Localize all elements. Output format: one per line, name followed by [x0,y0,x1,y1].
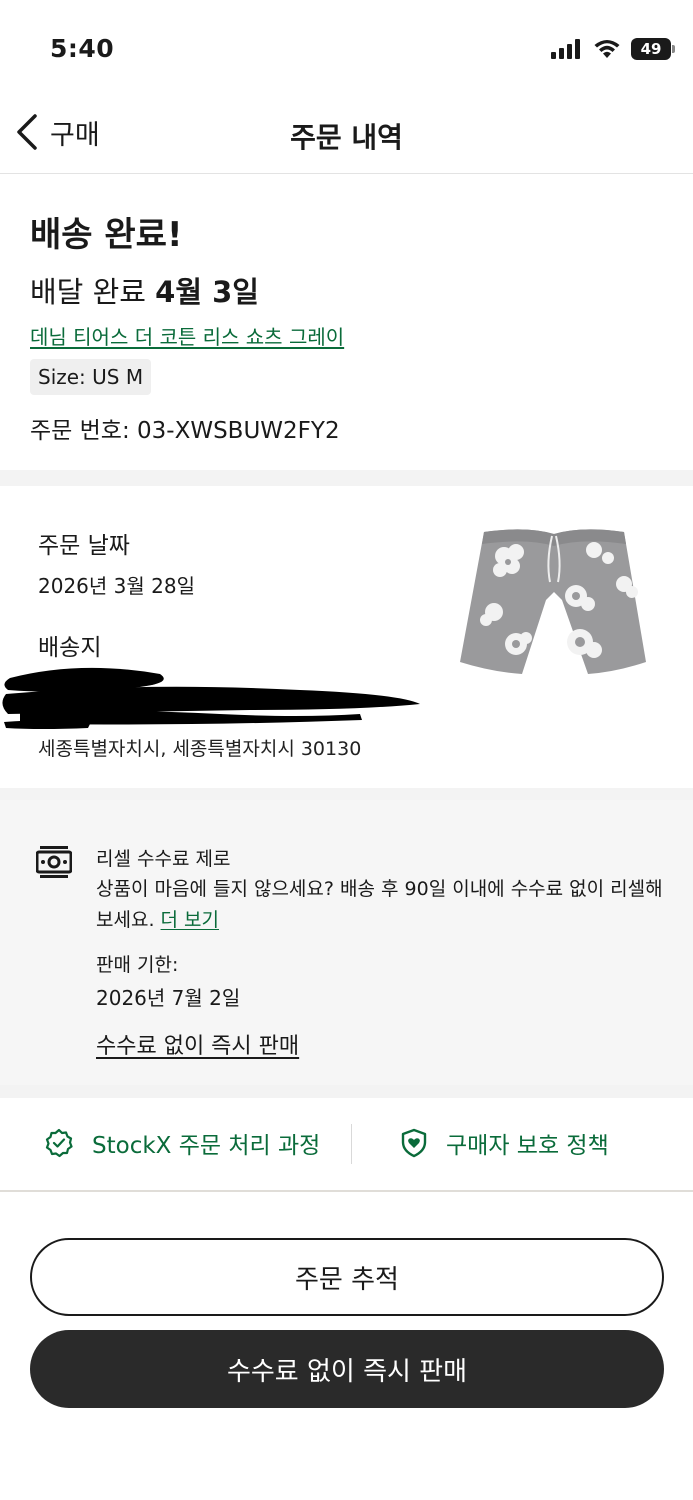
order-number: 주문 번호: 03-XWSBUW2FY2 [30,418,340,444]
money-icon [36,846,72,878]
section-divider [0,1085,693,1098]
shipping-label: 배송지 [38,635,102,661]
nav-bar: 구매 주문 내역 [0,100,693,174]
order-date-value: 2026년 3월 28일 [38,574,195,598]
buyer-protection-label: 구매자 보호 정책 [446,1133,609,1159]
verified-badge-icon [45,1128,73,1158]
sell-deadline-label: 판매 기한: [96,954,179,976]
product-image [460,529,646,674]
section-divider [0,470,693,486]
delivery-date: 배달 완료 4월 3일 [30,269,259,311]
battery-icon: 49 [631,38,675,60]
page-title: 주문 내역 [290,121,403,154]
resell-section: 리셀 수수료 제로 상품이 마음에 들지 않으세요? 배송 후 90일 이내에 … [0,800,693,1085]
size-badge: Size: US M [30,359,152,395]
wifi-icon [594,40,620,58]
order-details-screen: 5:40 49 구매 주문 내역 배송 완료! 배달 완료 4월 3일 데님 티… [0,0,693,1500]
sell-now-button[interactable]: 수수료 없이 즉시 판매 [30,1330,664,1408]
redaction-scribble [2,667,420,729]
buyer-protection-link[interactable]: 구매자 보호 정책 [400,1126,609,1160]
order-process-link[interactable]: StockX 주문 처리 과정 [44,1126,320,1160]
delivery-heading: 배송 완료! [30,215,183,255]
resell-description: 상품이 마음에 들지 않으세요? 배송 후 90일 이내에 수수료 없이 리셀해… [96,874,666,936]
order-info-section: 주문 날짜 2026년 3월 28일 배송지 세종특별자치시, 세종특별자치시 … [0,486,693,788]
sell-deadline-value: 2026년 7월 2일 [96,986,241,1010]
sell-now-link[interactable]: 수수료 없이 즉시 판매 [96,1028,299,1060]
delivery-status-section: 배송 완료! 배달 완료 4월 3일 데님 티어스 더 코튼 리스 쇼츠 그레이… [0,175,693,470]
status-time: 5:40 [50,34,115,63]
section-divider [0,788,693,800]
delivery-date-prefix: 배달 완료 [30,275,156,309]
shield-heart-icon [401,1128,427,1158]
status-bar: 5:40 49 [0,0,693,100]
track-order-button[interactable]: 주문 추적 [30,1238,664,1316]
order-date-label: 주문 날짜 [38,533,130,559]
product-name-link[interactable]: 데님 티어스 더 코튼 리스 쇼츠 그레이 [30,321,344,350]
order-process-label: StockX 주문 처리 과정 [92,1133,321,1159]
policies-bar: StockX 주문 처리 과정 구매자 보호 정책 [0,1098,693,1192]
status-icons: 49 [551,38,675,60]
resell-title: 리셀 수수료 제로 [96,848,231,870]
delivery-date-value: 4월 3일 [155,275,259,309]
policy-divider [351,1124,352,1164]
shipping-address: 세종특별자치시, 세종특별자치시 30130 [38,738,362,760]
signal-icon [551,39,580,59]
learn-more-link[interactable]: 더 보기 [161,909,219,931]
